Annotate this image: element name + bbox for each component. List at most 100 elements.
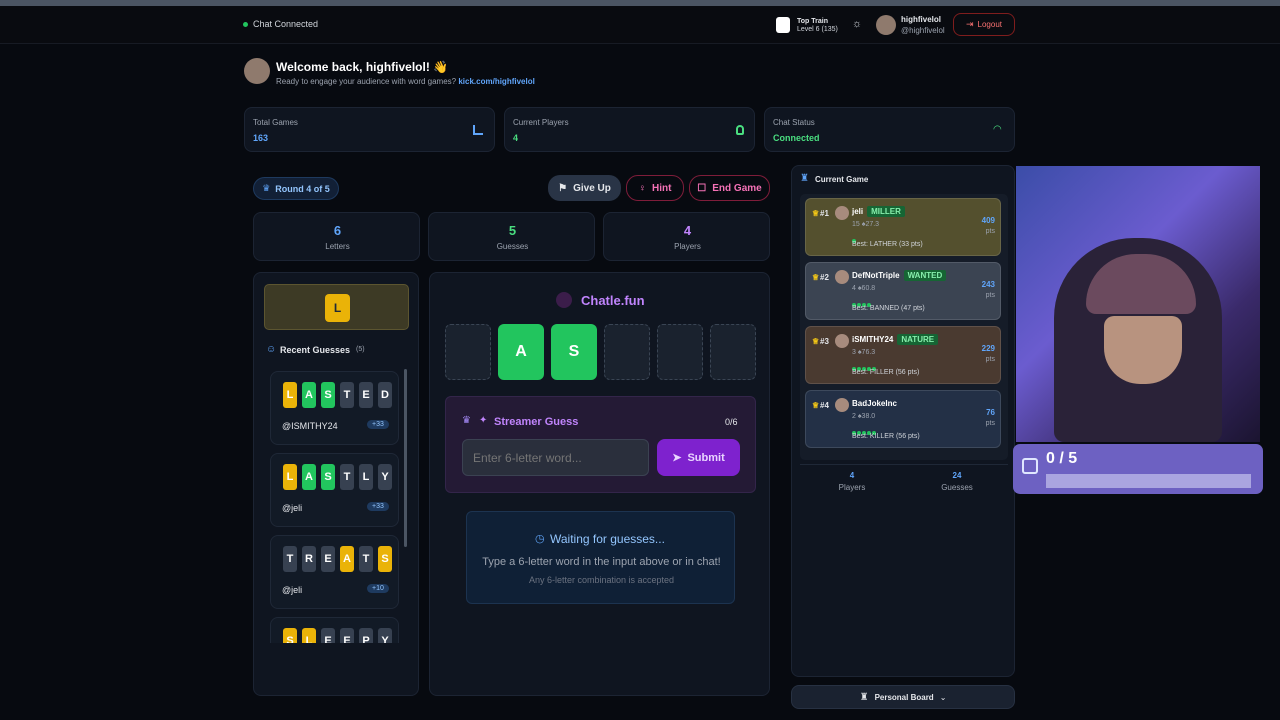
streamer-guess-title: Streamer Guess (494, 416, 579, 428)
end-game-button[interactable]: ☐ End Game (689, 175, 770, 201)
waiting-line2: Any 6-letter combination is accepted (528, 575, 675, 585)
letter-tile: T (359, 546, 373, 572)
word-slot (657, 324, 703, 380)
waiting-box: ◷ Waiting for guesses... Type a 6-letter… (466, 511, 735, 604)
word-slot (710, 324, 756, 380)
user-handle: @highfivelol (901, 26, 945, 35)
letter-tile: A (302, 382, 316, 408)
hint-box: L (264, 284, 409, 330)
letter-tile: S (321, 464, 335, 490)
webcam-feed (1016, 166, 1260, 442)
scrollbar[interactable] (404, 369, 407, 547)
brand-title: Chatle.fun (581, 293, 645, 308)
train-title: Top Train (797, 18, 828, 25)
guess-user: @ISMITHY24 (282, 421, 338, 431)
crown-icon: ♛ (262, 183, 271, 193)
trophy-icon: ♜ (800, 173, 809, 184)
counter-players: 4 Players (603, 212, 770, 261)
guess-points: +33 (367, 420, 389, 429)
game-board-panel: Chatle.fun AS ♛ ✦ Streamer Guess 0/6 ➤Su… (429, 272, 770, 696)
avatar[interactable] (876, 15, 896, 35)
stat-chat-status: Chat Status Connected ◠ (764, 107, 1015, 152)
points-unit: pts (985, 356, 995, 363)
letter-tile: E (340, 628, 354, 643)
username: highfivelol (901, 15, 941, 24)
hint-letter: L (325, 294, 350, 322)
letter-tile: E (321, 546, 335, 572)
sub-goal-bar (1046, 474, 1251, 488)
channel-link[interactable]: kick.com/highfivelol (458, 77, 534, 86)
guess-user: @jeli (282, 503, 303, 513)
player-points: 243 (981, 280, 995, 289)
recent-guess-card: L A S T L Y @jeli +33 (270, 453, 399, 527)
player-stats: 15 ♠27.3 (852, 221, 880, 228)
player-row[interactable]: ♕ #1 jeli MILLER 15 ♠27.3 Best: LATHER (33 pt… (805, 198, 1001, 256)
round-badge: ♛ Round 4 of 5 (253, 177, 339, 200)
flag-icon: ⚑ (558, 182, 568, 194)
word-slot (445, 324, 491, 380)
personal-board-toggle[interactable]: ♜ Personal Board ⌄ (791, 685, 1015, 709)
player-points: 229 (981, 344, 995, 353)
player-rank: #1 (820, 209, 829, 218)
streamer-guess-box: ♛ ✦ Streamer Guess 0/6 ➤Submit (445, 396, 756, 493)
letter-tile: Y (378, 464, 392, 490)
letter-tile: A (302, 464, 316, 490)
guess-points: +10 (367, 584, 389, 593)
stop-icon: ☐ (697, 182, 707, 194)
player-best: Best: BANNED (47 pts) (852, 305, 925, 312)
sub-goal-overlay: 0 / 5 (1013, 444, 1263, 494)
guess-user: @jeli (282, 585, 303, 595)
player-avatar (835, 398, 849, 412)
player-best: Best: FILLER (56 pts) (852, 369, 920, 376)
player-best: Best: LATHER (33 pts) (852, 241, 923, 248)
player-word-tag: WANTED (903, 270, 947, 281)
lightbulb-icon: ♀ (638, 182, 647, 194)
word-slot: A (498, 324, 544, 380)
rank-icon: ♕ (812, 273, 820, 282)
letter-tile: P (359, 628, 373, 643)
chatle-logo (556, 292, 572, 308)
word-slot (604, 324, 650, 380)
counter-guesses: 5 Guesses (428, 212, 595, 261)
gamepad-icon: ✦ (479, 415, 488, 426)
player-rank: #4 (820, 401, 829, 410)
stat-total-games: Total Games 163 (244, 107, 495, 152)
player-word-tag: MILLER (867, 206, 905, 217)
guess-points: +33 (367, 502, 389, 511)
waiting-line1: Type a 6-letter word in the input above … (482, 556, 721, 568)
letter-tile: T (283, 546, 297, 572)
player-stats: 3 ♠76.3 (852, 349, 876, 356)
hint-button[interactable]: ♀ Hint (626, 175, 684, 201)
player-name: iSMITHY24 (852, 335, 894, 344)
rank-icon: ♕ (812, 337, 820, 346)
player-row[interactable]: ♕ #2 DefNotTriple WANTED 4 ♠60.8 Best: BANNED… (805, 262, 1001, 320)
bar-chart-icon (473, 125, 483, 135)
player-name: DefNotTriple (852, 271, 900, 280)
welcome-subtitle: Ready to engage your audience with word … (276, 77, 535, 86)
player-points: 76 (986, 408, 995, 417)
recent-guesses-list[interactable]: L A S T E D @ISMITHY24 +33 L A S T L Y @jeli +33 T R E A T S @… (264, 365, 410, 643)
theme-toggle-icon[interactable]: ☼ (852, 18, 862, 30)
rank-icon: ♕ (812, 209, 820, 218)
player-row[interactable]: ♕ #3 iSMITHY24 NATURE 3 ♠76.3 Best: FILLER (5… (805, 326, 1001, 384)
give-up-button[interactable]: ⚑ Give Up (548, 175, 621, 201)
letter-tile: S (283, 628, 297, 643)
letter-tile: R (302, 546, 316, 572)
word-slot: S (551, 324, 597, 380)
submit-button[interactable]: ➤ Submit (657, 439, 740, 476)
connection-status: Chat Connected (253, 19, 319, 29)
welcome-title: Welcome back, highfivelol! 👋 (276, 60, 449, 74)
letter-tile: E (321, 628, 335, 643)
footer-guesses-label: Guesses (941, 483, 973, 492)
connection-dot (243, 22, 248, 27)
player-row[interactable]: ♕ #4 BadJokeInc 2 ♠38.0 Best: KILLER (56 pts… (805, 390, 1001, 448)
player-name: BadJokeInc (852, 399, 897, 408)
recent-guesses-panel: L ☺ Recent Guesses (5) L A S T E D @ISMITHY24 +… (253, 272, 419, 696)
word-input[interactable] (462, 439, 649, 476)
counter-letters: 6 Letters (253, 212, 420, 261)
waiting-title: Waiting for guesses... (550, 532, 665, 546)
recent-guess-card: SLEEPY (270, 617, 399, 643)
player-avatar (835, 334, 849, 348)
footer-players-value: 4 (849, 471, 855, 480)
logout-button[interactable]: ⇥ Logout (953, 13, 1015, 36)
